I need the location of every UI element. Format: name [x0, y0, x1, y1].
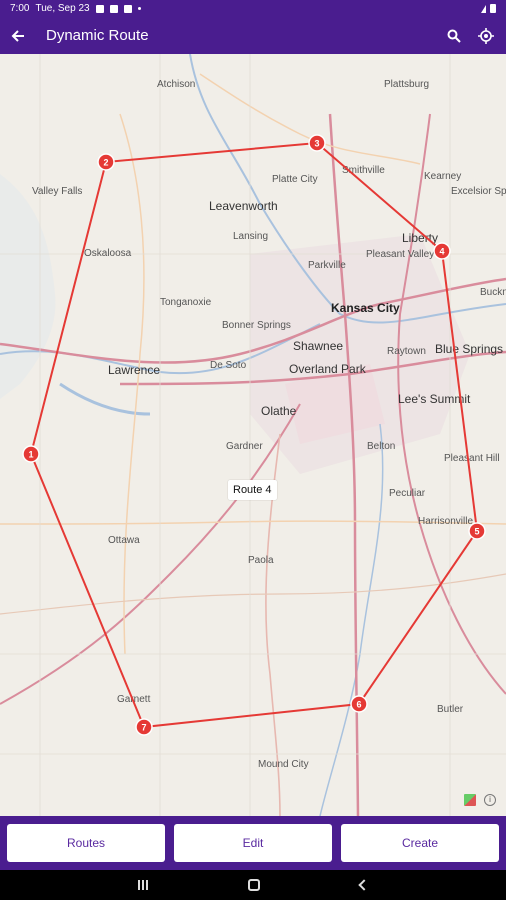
- edit-button[interactable]: Edit: [174, 824, 332, 862]
- waypoint-marker[interactable]: 5: [468, 522, 486, 540]
- create-button[interactable]: Create: [341, 824, 499, 862]
- waypoint-number: 1: [28, 450, 33, 460]
- status-time: 7:00: [10, 3, 30, 14]
- status-bar: 7:00 Tue, Sep 23: [0, 0, 506, 17]
- notification-icon: [95, 4, 104, 13]
- action-bar: Routes Edit Create: [0, 816, 506, 870]
- search-icon: [447, 29, 461, 43]
- back-nav-button[interactable]: [358, 879, 370, 891]
- recents-button[interactable]: [138, 880, 148, 890]
- waypoint-marker[interactable]: 6: [350, 695, 368, 713]
- route-path: [29, 141, 479, 729]
- waypoint-number: 5: [474, 527, 479, 537]
- routes-button[interactable]: Routes: [7, 824, 165, 862]
- more-notifications-icon: [137, 7, 141, 10]
- google-icon: [123, 4, 132, 13]
- wifi-icon: [481, 4, 486, 13]
- waypoint-marker[interactable]: 2: [97, 153, 115, 171]
- waypoint-marker[interactable]: 3: [308, 134, 326, 152]
- cloud-icon: [109, 4, 118, 13]
- waypoint-number: 2: [103, 158, 108, 168]
- map-view[interactable]: Atchison Plattsburg Valley Falls Platte …: [0, 54, 506, 816]
- waypoint-number: 6: [356, 700, 361, 710]
- waypoint-number: 4: [439, 247, 444, 257]
- status-date: Tue, Sep 23: [35, 3, 90, 14]
- arrow-left-icon: [11, 29, 24, 42]
- battery-icon: [490, 4, 496, 13]
- waypoint-marker[interactable]: 1: [22, 445, 40, 463]
- crosshair-icon: [478, 27, 494, 44]
- waypoint-marker[interactable]: 7: [135, 718, 153, 736]
- waypoint-number: 7: [141, 723, 146, 733]
- info-icon[interactable]: i: [484, 794, 496, 806]
- search-button[interactable]: [440, 22, 468, 50]
- back-button[interactable]: [0, 17, 36, 54]
- my-location-button[interactable]: [472, 22, 500, 50]
- app-bar: Dynamic Route: [0, 17, 506, 54]
- route-label[interactable]: Route 4: [228, 480, 277, 500]
- maps-icon[interactable]: [464, 794, 476, 806]
- page-title: Dynamic Route: [46, 27, 149, 44]
- home-button[interactable]: [248, 879, 260, 891]
- waypoint-marker[interactable]: 4: [433, 242, 451, 260]
- waypoint-number: 3: [314, 139, 319, 149]
- route-overlay: 1 2 3 4 5 6 7: [22, 134, 486, 736]
- system-nav-bar: [0, 870, 506, 900]
